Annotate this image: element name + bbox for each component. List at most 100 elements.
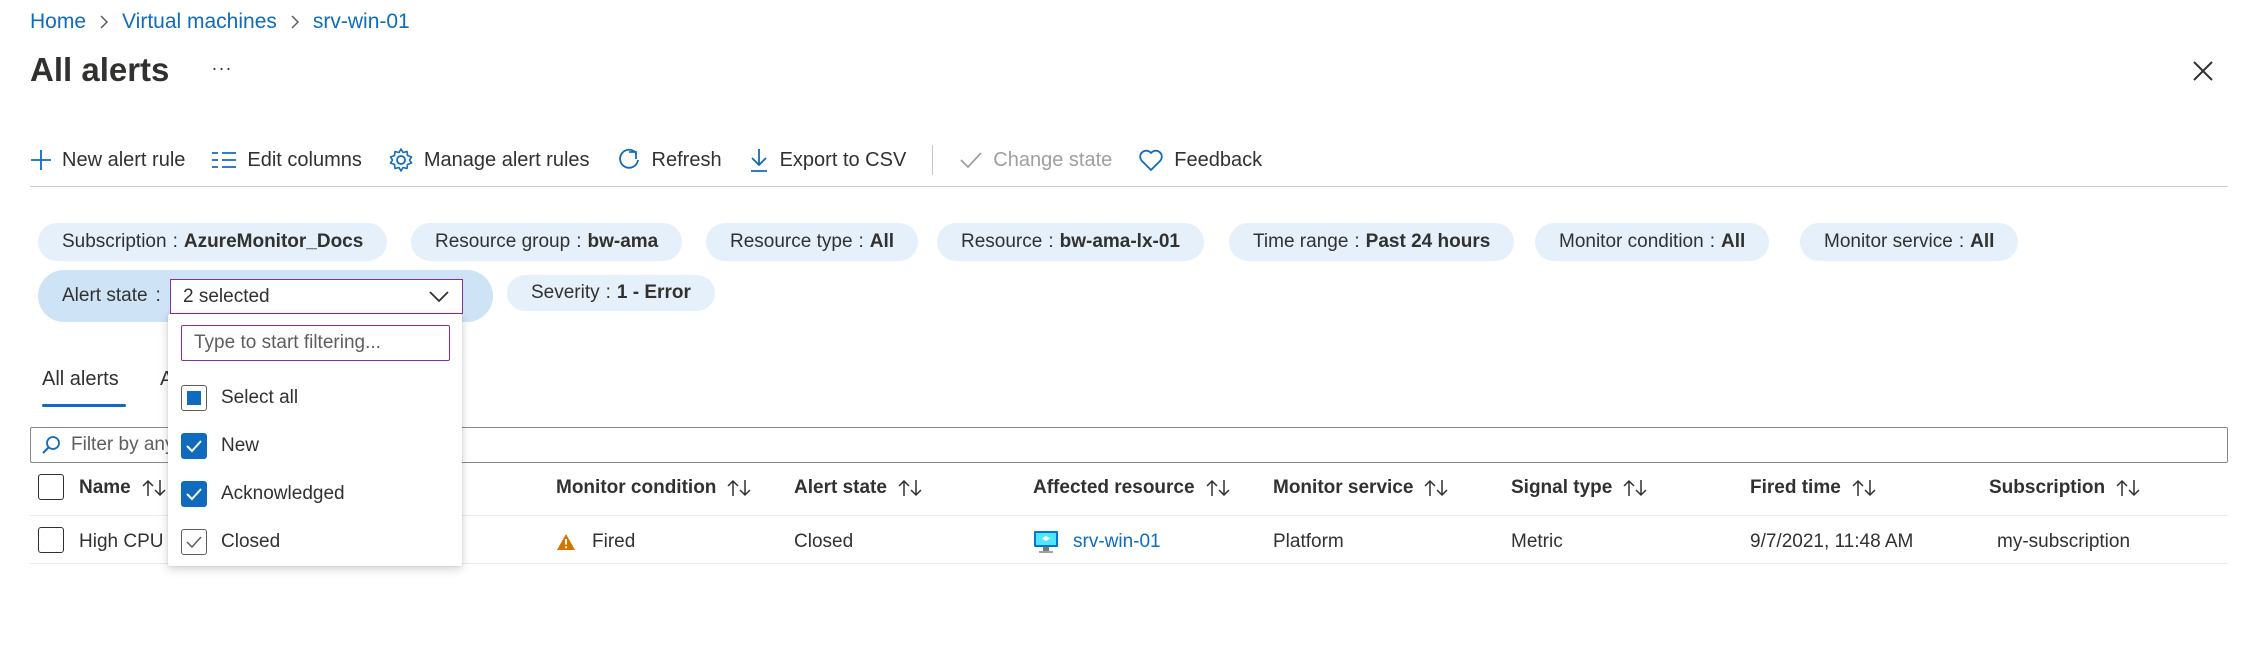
column-header-monitor-condition[interactable]: Monitor condition bbox=[556, 474, 752, 502]
dropdown-option-closed[interactable]: Closed bbox=[181, 527, 280, 557]
column-header-signal-type[interactable]: Signal type bbox=[1511, 474, 1648, 502]
column-header-label: Name bbox=[79, 477, 131, 498]
severity-filter-pill[interactable]: Severity : 1 - Error bbox=[507, 275, 715, 311]
severity-filter-label: Severity bbox=[531, 282, 600, 303]
more-options-button[interactable]: ··· bbox=[208, 54, 236, 82]
refresh-icon bbox=[618, 148, 639, 169]
resource-type-filter-pill[interactable]: Resource type : All bbox=[706, 223, 919, 261]
dropdown-option-acknowledged[interactable]: Acknowledged bbox=[181, 479, 345, 509]
affected-resource-link[interactable]: srv-win-01 bbox=[1073, 531, 1161, 553]
subscription-filter-pill[interactable]: Subscription : AzureMonitor_Docs bbox=[38, 223, 388, 261]
breadcrumb-srv-win-01[interactable]: srv-win-01 bbox=[313, 10, 410, 34]
alert-state-select[interactable]: 2 selected bbox=[170, 279, 463, 314]
edit-columns-label: Edit columns bbox=[247, 148, 362, 171]
filter-separator: : bbox=[576, 231, 582, 252]
subscription-filter-value: AzureMonitor_Docs bbox=[183, 231, 364, 252]
alert-name-link[interactable]: High CPU bbox=[79, 528, 163, 556]
monitor-service-filter-label: Monitor service bbox=[1824, 231, 1953, 252]
edit-columns-icon bbox=[212, 152, 237, 168]
subscription-filter-label: Subscription bbox=[62, 231, 167, 252]
page-title: All alerts bbox=[30, 51, 170, 88]
column-header-monitor-service[interactable]: Monitor service bbox=[1273, 474, 1449, 502]
column-header-label: Alert state bbox=[794, 477, 887, 498]
new-alert-rule-button[interactable]: New alert rule bbox=[30, 149, 185, 172]
chevron-right-icon bbox=[289, 14, 301, 30]
close-icon bbox=[2193, 61, 2213, 81]
manage-alert-rules-button[interactable]: Manage alert rules bbox=[388, 147, 590, 173]
resource-filter-value: bw-ama-lx-01 bbox=[1059, 231, 1180, 252]
row-checkbox[interactable] bbox=[38, 527, 64, 553]
monitor-service-filter-pill[interactable]: Monitor service : All bbox=[1800, 223, 2019, 261]
column-header-alert-state[interactable]: Alert state bbox=[794, 474, 923, 502]
breadcrumb-home[interactable]: Home bbox=[30, 10, 86, 34]
filter-separator: : bbox=[858, 231, 864, 252]
refresh-label: Refresh bbox=[651, 148, 722, 171]
unchecked-checkbox-icon bbox=[181, 529, 207, 555]
time-range-filter-value: Past 24 hours bbox=[1365, 231, 1491, 252]
alert-state-cell: Closed bbox=[794, 531, 854, 552]
chevron-down-icon bbox=[429, 290, 449, 302]
resource-filter-pill[interactable]: Resource : bw-ama-lx-01 bbox=[937, 223, 1204, 261]
column-header-fired-time[interactable]: Fired time bbox=[1750, 474, 1877, 502]
signal-type-cell: Metric bbox=[1511, 531, 1563, 552]
monitor-service-filter-value: All bbox=[1970, 231, 1995, 252]
alert-state-selected-value: 2 selected bbox=[183, 285, 270, 307]
column-header-label: Monitor condition bbox=[556, 477, 717, 498]
sort-icon bbox=[1423, 478, 1449, 498]
resource-filter-label: Resource bbox=[961, 231, 1043, 252]
toolbar-divider bbox=[30, 186, 2228, 187]
dropdown-option-label: New bbox=[221, 435, 260, 456]
resource-group-filter-value: bw-ama bbox=[587, 231, 659, 252]
feedback-label: Feedback bbox=[1174, 148, 1263, 171]
column-header-name[interactable]: Name bbox=[79, 474, 167, 502]
fired-time-cell: 9/7/2021, 11:48 AM bbox=[1750, 531, 1914, 552]
dropdown-option-label: Acknowledged bbox=[221, 483, 345, 504]
resource-group-filter-label: Resource group bbox=[435, 231, 571, 252]
change-state-label: Change state bbox=[993, 148, 1113, 171]
export-csv-label: Export to CSV bbox=[779, 148, 907, 171]
feedback-button[interactable]: Feedback bbox=[1138, 148, 1262, 172]
virtual-machine-icon bbox=[1034, 531, 1058, 553]
sort-icon bbox=[1851, 478, 1877, 498]
column-header-affected-resource[interactable]: Affected resource bbox=[1033, 474, 1231, 502]
column-header-label: Affected resource bbox=[1033, 477, 1195, 498]
edit-columns-button[interactable]: Edit columns bbox=[211, 149, 362, 172]
dropdown-option-select-all[interactable]: Select all bbox=[181, 383, 298, 413]
resource-group-filter-pill[interactable]: Resource group : bw-ama bbox=[411, 223, 683, 261]
column-header-label: Fired time bbox=[1750, 477, 1841, 498]
tab-all-alerts[interactable]: All alerts bbox=[42, 368, 119, 391]
change-state-button[interactable]: Change state bbox=[959, 149, 1112, 172]
checkmark-icon bbox=[960, 152, 982, 169]
filter-separator: : bbox=[1048, 231, 1054, 252]
active-tab-indicator bbox=[42, 404, 126, 407]
refresh-button[interactable]: Refresh bbox=[616, 147, 722, 173]
monitor-condition-filter-label: Monitor condition bbox=[1559, 231, 1704, 252]
alert-state-filter-label: Alert state bbox=[62, 285, 148, 306]
sort-icon bbox=[1205, 478, 1231, 498]
close-button[interactable] bbox=[2188, 56, 2218, 86]
breadcrumb-virtual-machines[interactable]: Virtual machines bbox=[122, 10, 277, 34]
time-range-filter-pill[interactable]: Time range : Past 24 hours bbox=[1229, 223, 1515, 261]
monitor-condition-value: Fired bbox=[592, 531, 636, 552]
dropdown-option-label: Select all bbox=[221, 387, 299, 408]
time-range-filter-label: Time range bbox=[1253, 231, 1349, 252]
monitor-condition-filter-pill[interactable]: Monitor condition : All bbox=[1535, 223, 1770, 261]
subscription-cell: my-subscription bbox=[1997, 531, 2131, 552]
filter-separator: : bbox=[1709, 231, 1715, 252]
column-header-label: Signal type bbox=[1511, 477, 1613, 498]
dropdown-option-new[interactable]: New bbox=[181, 431, 259, 461]
filter-separator: : bbox=[1354, 231, 1360, 252]
resource-type-filter-value: All bbox=[869, 231, 895, 252]
column-header-subscription[interactable]: Subscription bbox=[1989, 474, 2141, 502]
column-header-label: Monitor service bbox=[1273, 477, 1414, 498]
monitor-condition-filter-value: All bbox=[1720, 231, 1746, 252]
sort-icon bbox=[897, 478, 923, 498]
export-csv-button[interactable]: Export to CSV bbox=[748, 147, 907, 173]
sort-icon bbox=[141, 478, 167, 498]
select-all-rows-checkbox[interactable] bbox=[38, 474, 64, 500]
filter-separator: : bbox=[605, 282, 611, 303]
monitor-service-cell: Platform bbox=[1273, 531, 1344, 552]
gear-icon bbox=[389, 148, 413, 172]
dropdown-filter-input[interactable] bbox=[181, 325, 450, 361]
heart-icon bbox=[1139, 149, 1163, 171]
